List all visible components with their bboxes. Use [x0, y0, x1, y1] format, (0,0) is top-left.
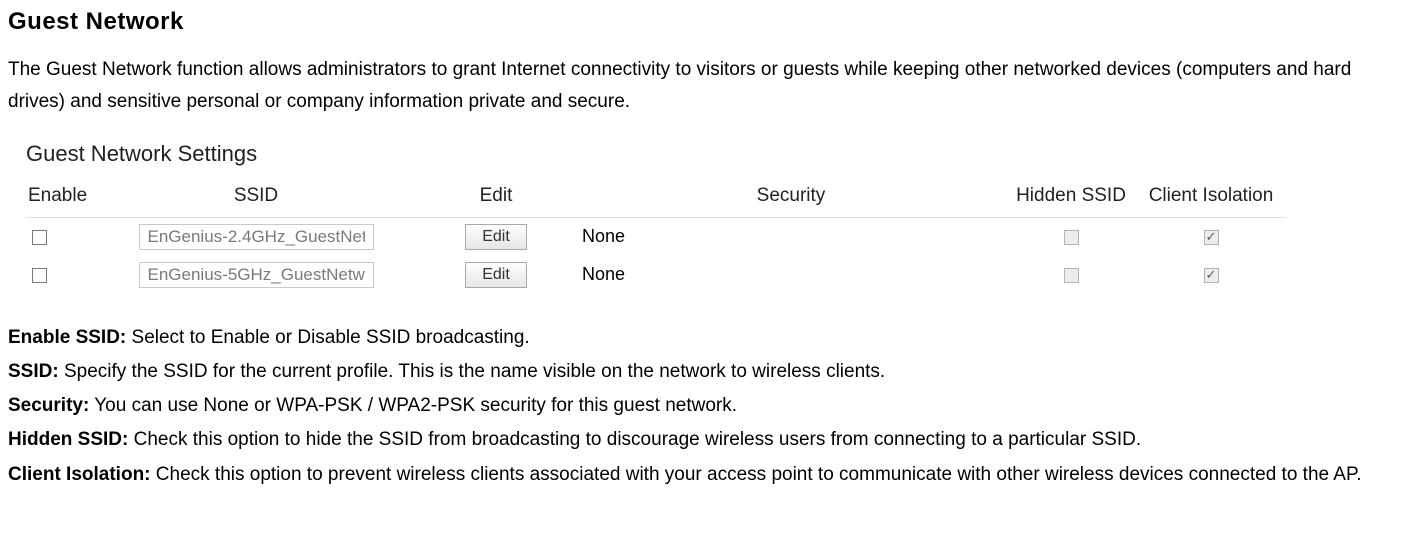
header-hidden-ssid: Hidden SSID	[1006, 177, 1136, 218]
def-text: Specify the SSID for the current profile…	[59, 361, 886, 382]
def-client-isolation: Client Isolation: Check this option to p…	[8, 459, 1404, 491]
def-text: Select to Enable or Disable SSID broadca…	[126, 327, 529, 348]
table-row: Edit None	[26, 217, 1286, 256]
def-label: SSID:	[8, 361, 59, 382]
definitions: Enable SSID: Select to Enable or Disable…	[8, 322, 1404, 491]
def-ssid: SSID: Specify the SSID for the current p…	[8, 356, 1404, 388]
edit-button[interactable]: Edit	[465, 224, 527, 250]
def-text: Check this option to prevent wireless cl…	[151, 464, 1362, 485]
header-ssid: SSID	[96, 177, 416, 218]
hidden-ssid-checkbox[interactable]	[1064, 268, 1079, 283]
def-security: Security: You can use None or WPA-PSK / …	[8, 390, 1404, 422]
def-label: Security:	[8, 395, 89, 416]
def-text: You can use None or WPA-PSK / WPA2-PSK s…	[89, 395, 737, 416]
security-value: None	[576, 256, 1006, 294]
def-hidden-ssid: Hidden SSID: Check this option to hide t…	[8, 424, 1404, 456]
header-client-isolation: Client Isolation	[1136, 177, 1286, 218]
guest-network-settings-panel: Guest Network Settings Enable SSID Edit …	[26, 141, 1286, 294]
header-edit: Edit	[416, 177, 576, 218]
ssid-input[interactable]	[139, 262, 374, 288]
def-text: Check this option to hide the SSID from …	[128, 429, 1141, 450]
def-enable-ssid: Enable SSID: Select to Enable or Disable…	[8, 322, 1404, 354]
ssid-input[interactable]	[139, 224, 374, 250]
edit-button[interactable]: Edit	[465, 262, 527, 288]
header-security: Security	[576, 177, 1006, 218]
def-label: Enable SSID:	[8, 327, 126, 348]
client-isolation-checkbox[interactable]	[1204, 230, 1219, 245]
page-title: Guest Network	[8, 8, 1404, 36]
enable-checkbox[interactable]	[32, 268, 47, 283]
table-row: Edit None	[26, 256, 1286, 294]
settings-table: Enable SSID Edit Security Hidden SSID Cl…	[26, 177, 1286, 294]
def-label: Client Isolation:	[8, 464, 151, 485]
header-enable: Enable	[26, 177, 96, 218]
enable-checkbox[interactable]	[32, 230, 47, 245]
def-label: Hidden SSID:	[8, 429, 128, 450]
intro-paragraph: The Guest Network function allows admini…	[8, 54, 1404, 119]
panel-title: Guest Network Settings	[26, 141, 1286, 167]
client-isolation-checkbox[interactable]	[1204, 268, 1219, 283]
security-value: None	[576, 217, 1006, 256]
hidden-ssid-checkbox[interactable]	[1064, 230, 1079, 245]
